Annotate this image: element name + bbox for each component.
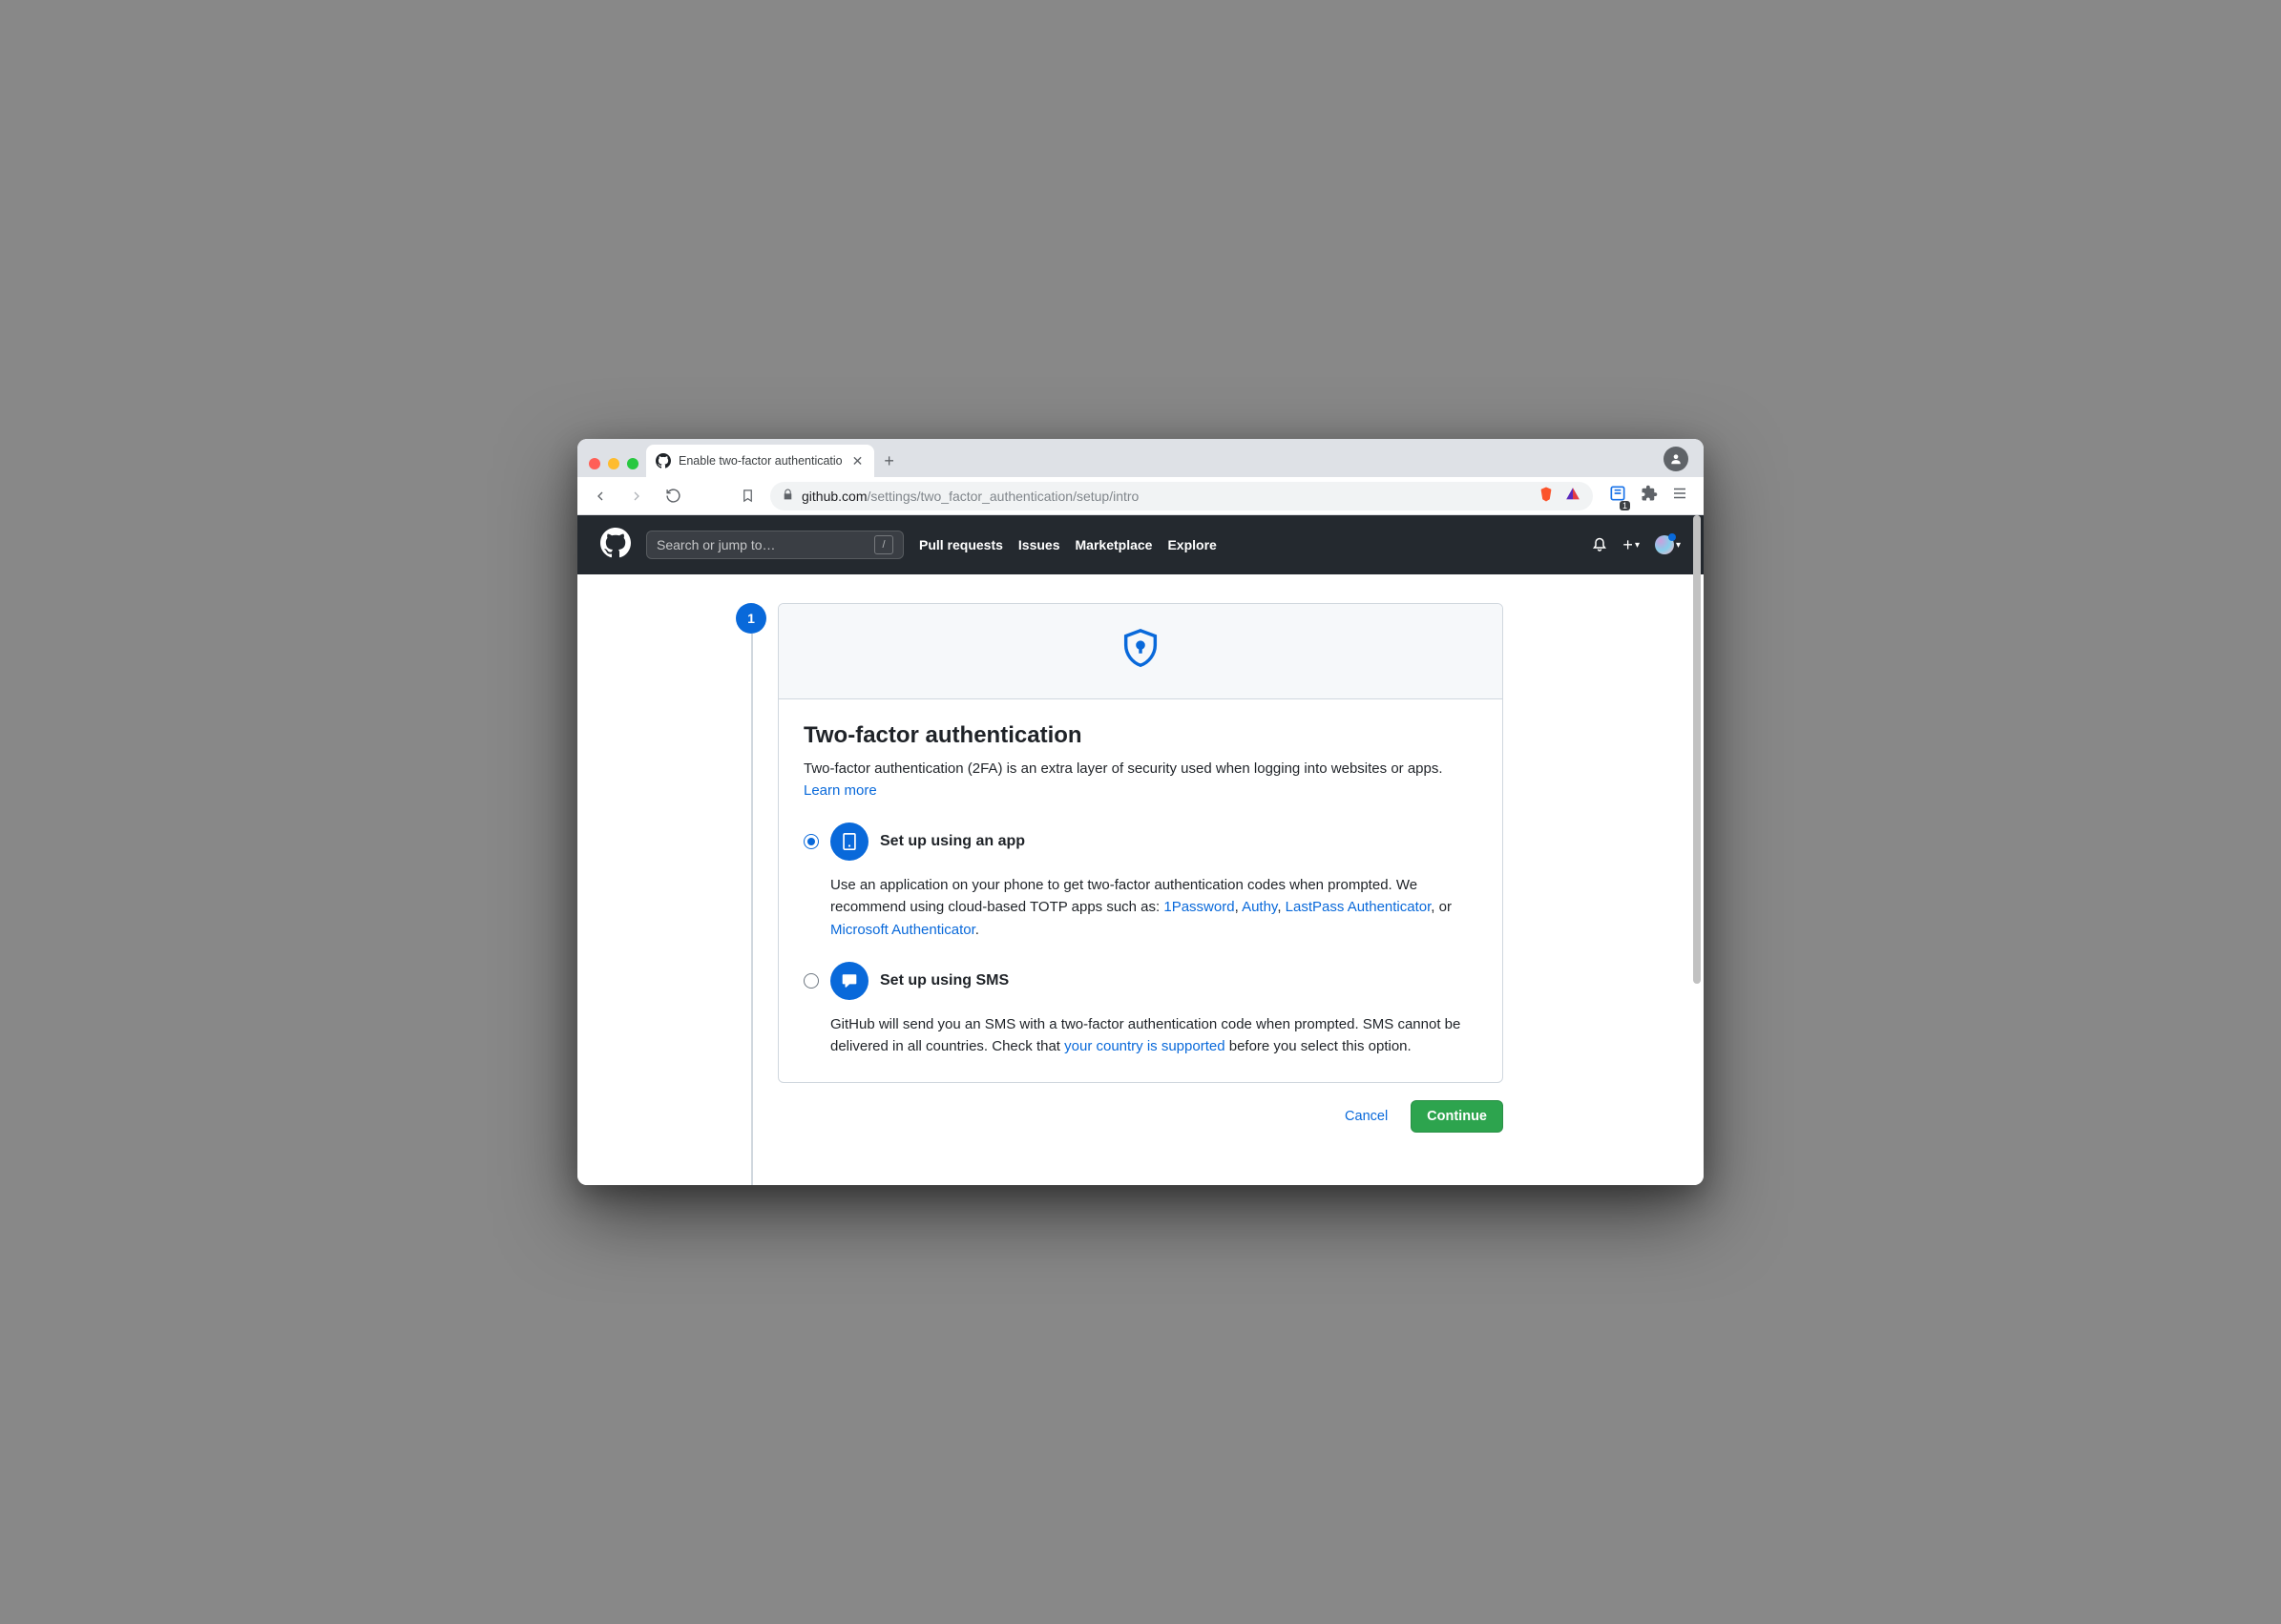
link-ms-authenticator[interactable]: Microsoft Authenticator bbox=[830, 922, 975, 938]
intro-text: Two-factor authentication (2FA) is an ex… bbox=[804, 759, 1477, 802]
step-number-badge: 1 bbox=[736, 603, 766, 634]
card-hero bbox=[779, 604, 1502, 699]
link-authy[interactable]: Authy bbox=[1242, 899, 1277, 915]
slash-key-hint: / bbox=[874, 535, 893, 554]
github-header: Search or jump to… / Pull requests Issue… bbox=[577, 515, 1704, 574]
browser-profile-button[interactable] bbox=[1664, 447, 1688, 471]
github-logo-icon[interactable] bbox=[600, 528, 631, 563]
minimize-window-button[interactable] bbox=[608, 458, 619, 469]
extensions-puzzle-icon[interactable] bbox=[1641, 485, 1658, 507]
page-content: 1 Two-factor authentication Two-factor a… bbox=[577, 574, 1704, 1185]
back-button[interactable] bbox=[587, 483, 614, 510]
notifications-button[interactable] bbox=[1592, 537, 1607, 552]
radio-app[interactable] bbox=[804, 834, 819, 849]
github-search-input[interactable]: Search or jump to… / bbox=[646, 531, 904, 559]
new-tab-button[interactable]: + bbox=[874, 451, 904, 477]
address-bar[interactable]: github.com/settings/two_factor_authentic… bbox=[770, 482, 1593, 510]
continue-button[interactable]: Continue bbox=[1411, 1100, 1503, 1133]
comment-icon bbox=[830, 962, 868, 1000]
close-window-button[interactable] bbox=[589, 458, 600, 469]
action-buttons: Cancel Continue bbox=[778, 1100, 1503, 1133]
extension-icon[interactable]: 1 bbox=[1608, 484, 1627, 508]
window-controls bbox=[585, 458, 646, 477]
github-nav: Pull requests Issues Marketplace Explore bbox=[919, 537, 1217, 552]
option-sms-desc: GitHub will send you an SMS with a two-f… bbox=[804, 1013, 1477, 1058]
browser-menu-button[interactable] bbox=[1671, 485, 1688, 507]
option-sms[interactable]: Set up using SMS bbox=[804, 962, 1477, 1000]
shield-lock-icon bbox=[1119, 627, 1162, 676]
learn-more-link[interactable]: Learn more bbox=[804, 782, 877, 799]
nav-pull-requests[interactable]: Pull requests bbox=[919, 537, 1003, 552]
radio-sms[interactable] bbox=[804, 973, 819, 989]
cancel-button[interactable]: Cancel bbox=[1331, 1101, 1401, 1132]
tab-bar: Enable two-factor authenticatio ✕ + bbox=[577, 439, 1704, 477]
setup-card: Two-factor authentication Two-factor aut… bbox=[778, 603, 1503, 1083]
link-lastpass[interactable]: LastPass Authenticator bbox=[1286, 899, 1432, 915]
reload-button[interactable] bbox=[659, 483, 686, 510]
browser-window: Enable two-factor authenticatio ✕ + g bbox=[577, 439, 1704, 1185]
page-title: Two-factor authentication bbox=[804, 722, 1477, 749]
tab-title: Enable two-factor authenticatio bbox=[679, 454, 843, 468]
brave-shields-icon[interactable] bbox=[1538, 486, 1555, 506]
option-app-desc: Use an application on your phone to get … bbox=[804, 874, 1477, 941]
step-connector-line bbox=[751, 634, 753, 1185]
bookmark-button[interactable] bbox=[734, 483, 761, 510]
url-text: github.com/settings/two_factor_authentic… bbox=[802, 489, 1139, 504]
lock-icon bbox=[782, 489, 794, 504]
nav-issues[interactable]: Issues bbox=[1018, 537, 1060, 552]
nav-explore[interactable]: Explore bbox=[1167, 537, 1216, 552]
avatar bbox=[1655, 535, 1674, 554]
user-menu-button[interactable]: ▾ bbox=[1655, 535, 1681, 554]
browser-toolbar: github.com/settings/two_factor_authentic… bbox=[577, 477, 1704, 515]
github-favicon-icon bbox=[656, 453, 671, 468]
option-app[interactable]: Set up using an app bbox=[804, 822, 1477, 861]
option-sms-title: Set up using SMS bbox=[880, 972, 1009, 989]
nav-marketplace[interactable]: Marketplace bbox=[1076, 537, 1153, 552]
link-country-supported[interactable]: your country is supported bbox=[1064, 1038, 1224, 1054]
browser-tab[interactable]: Enable two-factor authenticatio ✕ bbox=[646, 445, 874, 477]
search-placeholder: Search or jump to… bbox=[657, 537, 776, 552]
maximize-window-button[interactable] bbox=[627, 458, 638, 469]
link-1password[interactable]: 1Password bbox=[1163, 899, 1234, 915]
close-tab-button[interactable]: ✕ bbox=[850, 451, 866, 471]
brave-rewards-icon[interactable] bbox=[1564, 486, 1581, 506]
option-app-title: Set up using an app bbox=[880, 833, 1025, 850]
extension-icons: 1 bbox=[1602, 484, 1694, 508]
create-new-button[interactable]: + ▾ bbox=[1622, 535, 1640, 555]
forward-button[interactable] bbox=[623, 483, 650, 510]
scrollbar[interactable] bbox=[1693, 515, 1701, 984]
device-mobile-icon bbox=[830, 822, 868, 861]
